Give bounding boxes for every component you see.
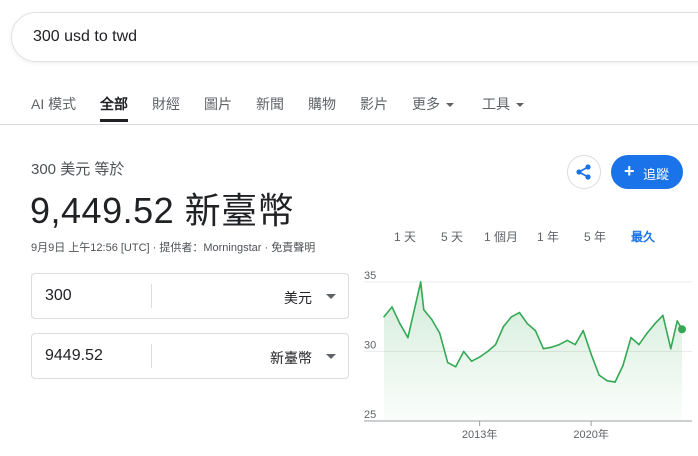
chart-data-point xyxy=(676,320,679,322)
chart-data-point xyxy=(518,311,521,314)
chart-data-point xyxy=(598,374,600,376)
chart-data-point xyxy=(582,329,584,332)
chart-data-point xyxy=(526,322,529,325)
chart-data-point xyxy=(606,379,608,382)
chart-data-point xyxy=(438,332,441,335)
chart-data-point xyxy=(383,315,385,318)
chart-data-point xyxy=(391,306,393,308)
chart-data-point xyxy=(446,361,449,364)
chart-data-point xyxy=(670,347,672,350)
chart-data-point xyxy=(486,350,489,353)
chart-data-point xyxy=(590,353,592,356)
chart-current-value-marker xyxy=(678,325,686,334)
chart-data-point xyxy=(550,346,553,349)
chart-x-tick-label: 2013年 xyxy=(462,427,497,441)
exchange-rate-chart[interactable]: 35 30 25 2013年 2020年 xyxy=(0,0,698,456)
chart-data-point xyxy=(478,356,481,358)
chart-y-tick-label: 25 xyxy=(364,409,376,421)
chart-data-point xyxy=(654,322,656,325)
chart-data-point xyxy=(502,325,505,328)
chart-data-point xyxy=(407,336,409,339)
chart-data-point xyxy=(423,309,425,311)
chart-x-tick-label: 2020年 xyxy=(573,427,608,441)
chart-data-point xyxy=(494,343,497,346)
chart-y-tick-label: 35 xyxy=(364,270,376,282)
chart-data-point xyxy=(462,350,465,353)
chart-data-point xyxy=(638,343,640,346)
chart-data-point xyxy=(614,381,616,383)
chart-data-point xyxy=(470,360,473,363)
chart-data-point xyxy=(662,314,664,317)
chart-data-point xyxy=(542,347,545,350)
chart-data-point xyxy=(431,318,433,321)
chart-data-point xyxy=(534,329,537,332)
chart-data-point xyxy=(630,336,632,339)
chart-data-point xyxy=(558,343,561,346)
chart-data-point xyxy=(415,302,417,304)
chart-data-point xyxy=(566,339,569,342)
chart-area-fill xyxy=(384,282,682,421)
chart-data-point xyxy=(419,281,422,283)
chart-data-point xyxy=(646,332,648,335)
chart-data-point xyxy=(510,315,513,318)
chart-data-point xyxy=(454,365,457,368)
chart-data-point xyxy=(399,322,401,325)
chart-y-tick-label: 30 xyxy=(364,340,376,352)
chart-data-point xyxy=(622,364,624,367)
chart-data-point xyxy=(574,343,577,346)
